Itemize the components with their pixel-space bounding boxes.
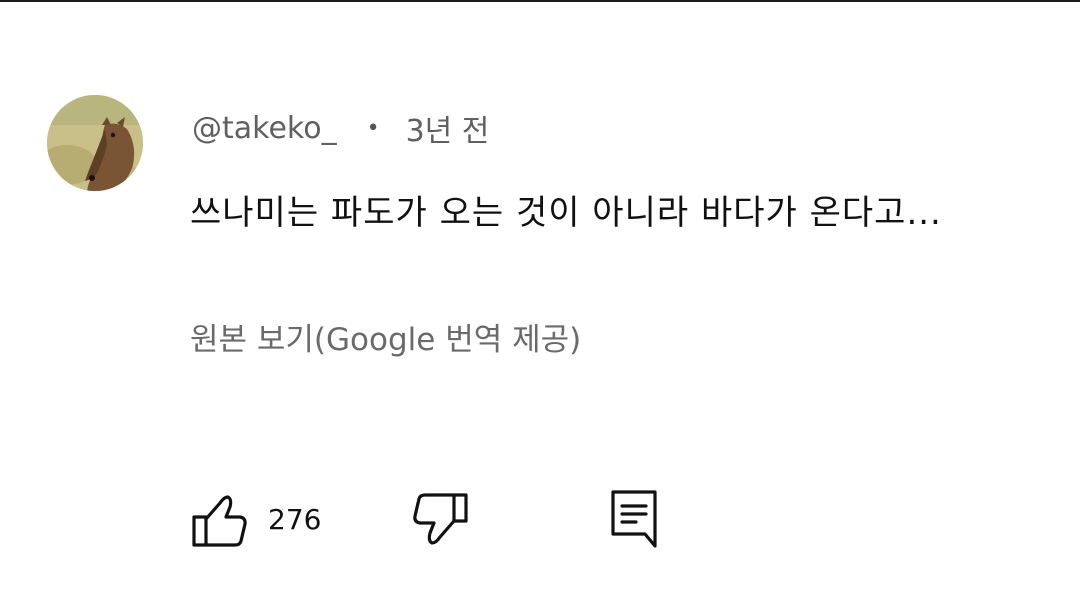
like-count: 276	[268, 502, 322, 536]
thumbs-up-icon	[192, 495, 247, 547]
like-button[interactable]: 276	[190, 488, 321, 550]
meta-separator: •	[366, 115, 380, 141]
top-divider	[0, 0, 1080, 2]
reply-comment-icon	[611, 490, 657, 548]
view-original-link[interactable]: 원본 보기(Google 번역 제공)	[190, 314, 581, 359]
comment-meta: @takeko_ • 3년 전	[192, 108, 490, 150]
avatar[interactable]	[47, 95, 143, 191]
dislike-button[interactable]	[412, 488, 470, 550]
deer-avatar-image	[47, 95, 143, 191]
comment-actions: 276	[190, 488, 690, 550]
comment-body: 쓰나미는 파도가 오는 것이 아니라 바다가 온다고...	[190, 193, 942, 233]
thumbs-down-icon	[413, 493, 468, 545]
comment-timestamp: 3년 전	[405, 114, 490, 149]
author-name[interactable]: @takeko_	[192, 111, 337, 146]
reply-button[interactable]	[608, 488, 660, 550]
